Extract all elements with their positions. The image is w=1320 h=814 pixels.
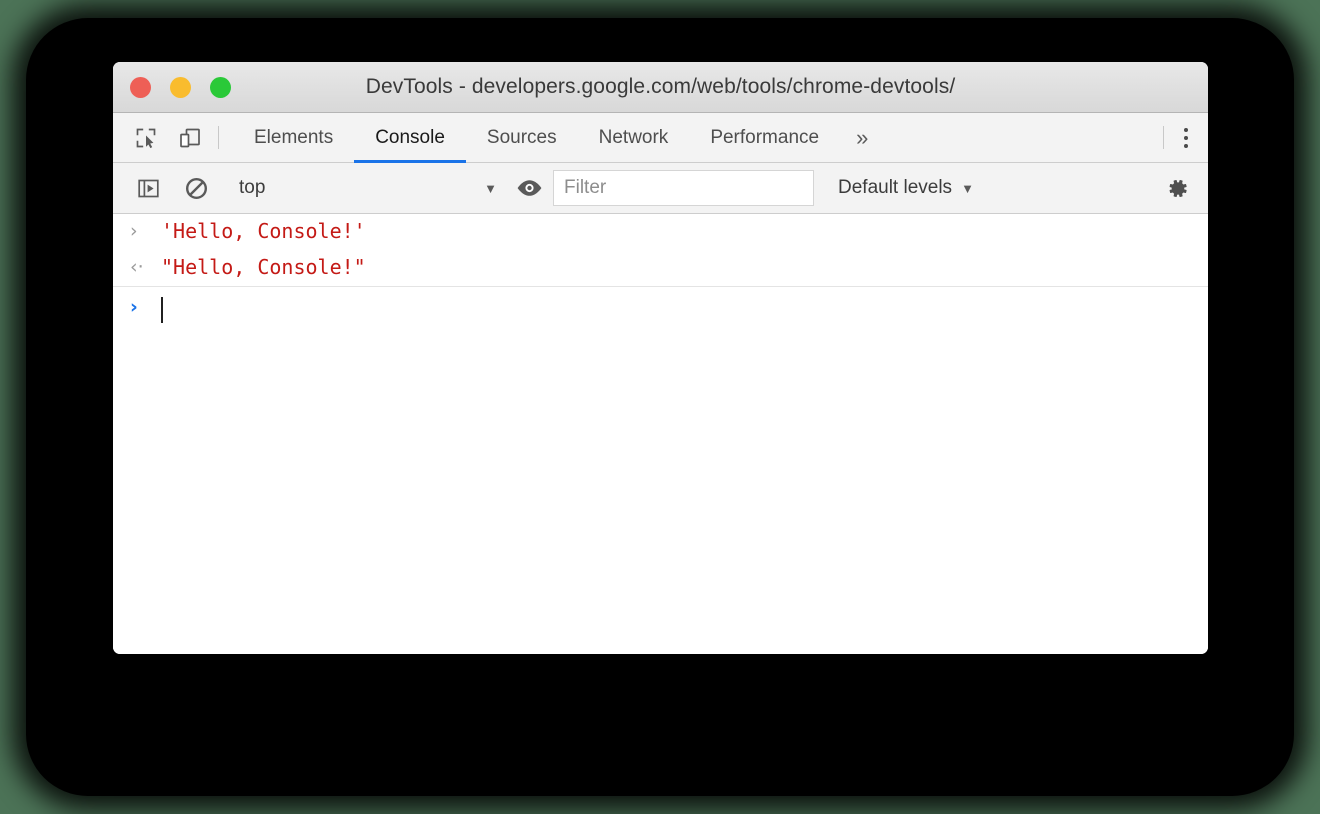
tab-elements[interactable]: Elements bbox=[233, 113, 354, 162]
console-input-text: 'Hello, Console!' bbox=[161, 219, 366, 243]
tab-performance[interactable]: Performance bbox=[689, 113, 840, 162]
inspect-element-icon[interactable] bbox=[131, 123, 161, 153]
active-prompt-icon: › bbox=[130, 296, 138, 318]
execution-context-value: top bbox=[239, 177, 266, 198]
settings-button-wrapper bbox=[1144, 171, 1208, 205]
console-sidebar-toggle-icon[interactable] bbox=[131, 171, 165, 205]
console-toolbar: top ▼ Filter Default levels ▼ bbox=[113, 163, 1208, 214]
console-prompt-row[interactable]: › bbox=[113, 287, 1208, 327]
tabbar-left-icons bbox=[113, 113, 218, 162]
more-options-kebab-icon[interactable] bbox=[1164, 113, 1208, 162]
tab-console[interactable]: Console bbox=[354, 113, 466, 163]
console-output-message[interactable]: ‹· "Hello, Console!" bbox=[113, 250, 1208, 287]
minimize-window-button[interactable] bbox=[170, 76, 191, 98]
tabbar-spacer bbox=[884, 113, 1163, 162]
clear-console-icon[interactable] bbox=[179, 171, 213, 205]
close-window-button[interactable] bbox=[130, 76, 151, 98]
console-message-list[interactable]: › 'Hello, Console!' ‹· "Hello, Console!"… bbox=[113, 214, 1208, 654]
window-title: DevTools - developers.google.com/web/too… bbox=[365, 75, 956, 98]
panel-tabs: Elements Console Sources Network Perform… bbox=[219, 113, 884, 163]
tab-network[interactable]: Network bbox=[578, 113, 690, 162]
log-levels-selector[interactable]: Default levels ▼ bbox=[820, 177, 992, 199]
log-levels-label: Default levels bbox=[838, 177, 953, 198]
traffic-lights bbox=[113, 76, 231, 98]
execution-context-selector[interactable]: top ▼ bbox=[227, 177, 511, 199]
input-prompt-icon: › bbox=[130, 220, 138, 242]
tab-sources[interactable]: Sources bbox=[466, 113, 578, 162]
devtools-window: DevTools - developers.google.com/web/too… bbox=[113, 62, 1208, 654]
console-input-message[interactable]: › 'Hello, Console!' bbox=[113, 214, 1208, 250]
console-output-text: "Hello, Console!" bbox=[161, 255, 366, 279]
text-cursor bbox=[161, 296, 163, 323]
live-expression-eye-icon[interactable] bbox=[512, 171, 546, 205]
console-filter-input[interactable]: Filter bbox=[553, 170, 814, 206]
devtools-tabbar: Elements Console Sources Network Perform… bbox=[113, 113, 1208, 163]
gear-icon[interactable] bbox=[1159, 171, 1193, 205]
device-toolbar-icon[interactable] bbox=[175, 123, 205, 153]
console-toolbar-left-icons bbox=[113, 171, 226, 205]
output-result-icon: ‹· bbox=[130, 256, 144, 278]
more-tabs-chevron-icon[interactable]: » bbox=[840, 113, 884, 162]
zoom-window-button[interactable] bbox=[210, 76, 231, 98]
chevron-down-icon: ▼ bbox=[961, 180, 974, 196]
window-titlebar: DevTools - developers.google.com/web/too… bbox=[113, 62, 1208, 113]
chevron-down-icon: ▼ bbox=[484, 180, 497, 196]
